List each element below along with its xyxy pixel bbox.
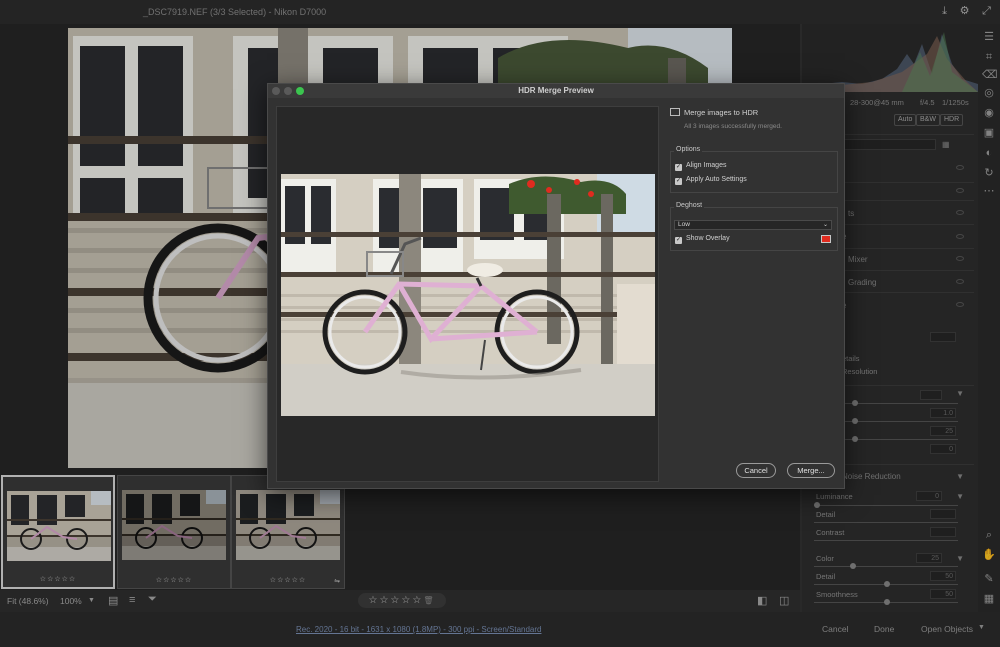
cancel-button[interactable]: Cancel [736, 463, 776, 478]
overlay-color-swatch[interactable] [821, 235, 831, 243]
check-icon: ✓ [675, 237, 682, 244]
zoom-window-button[interactable] [296, 87, 304, 95]
check-icon: ✓ [675, 164, 682, 171]
show-overlay-label: Show Overlay [686, 235, 730, 242]
merge-status: Merge images to HDR [670, 108, 758, 117]
apply-auto-settings-checkbox[interactable]: ✓ Apply Auto Settings [675, 176, 747, 185]
minimize-window-button[interactable] [284, 87, 292, 95]
apply-auto-label: Apply Auto Settings [686, 176, 747, 183]
options-group [670, 151, 838, 193]
camera-raw-window: _DSC7919.NEF (3/3 Selected) - Nikon D700… [0, 0, 1000, 647]
deghost-value: Low [678, 221, 690, 228]
hdr-preview-pane [276, 106, 659, 482]
merge-hdr-icon [670, 108, 680, 116]
options-label: Options [674, 146, 703, 153]
align-images-label: Align Images [686, 162, 727, 169]
deghost-select[interactable]: Low ⌄ [674, 220, 832, 230]
show-overlay-checkbox[interactable]: ✓ Show Overlay [675, 235, 730, 244]
merge-button[interactable]: Merge... [787, 463, 835, 478]
check-icon: ✓ [675, 178, 682, 185]
close-window-button[interactable] [272, 87, 280, 95]
merge-subtitle: All 3 images successfully merged. [684, 123, 782, 130]
deghost-label: Deghost [674, 202, 705, 209]
hdr-preview-image [281, 174, 655, 416]
hdr-merge-dialog: HDR Merge Preview Merge images to HDR Al… [267, 83, 845, 489]
dialog-title: HDR Merge Preview [268, 84, 844, 98]
chevron-down-icon: ⌄ [822, 222, 828, 228]
merge-title: Merge images to HDR [684, 108, 759, 117]
align-images-checkbox[interactable]: ✓ Align Images [675, 162, 726, 171]
